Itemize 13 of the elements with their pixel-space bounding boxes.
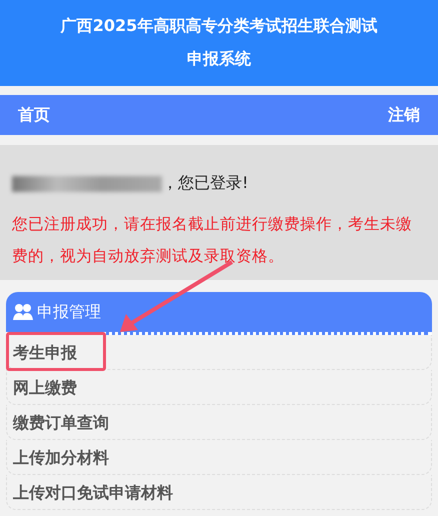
menu-item[interactable]: 考生申报	[6, 335, 432, 370]
menu-item[interactable]: 上传加分材料	[6, 440, 432, 475]
page-title: 广西2025年高职高专分类考试招生联合测试	[60, 16, 378, 37]
menu-item[interactable]: 网上缴费	[6, 370, 432, 405]
menu-item[interactable]: 上传对口免试申请材料	[6, 475, 432, 510]
page-subtitle: 申报系统	[187, 49, 251, 70]
nav-link[interactable]: 首页	[18, 104, 50, 126]
panel-title: 申报管理	[37, 302, 101, 322]
login-greeting: ，您已登录!	[162, 173, 248, 194]
notice-message: 您已注册成功，请在报名截止前进行缴费操作，考生未缴费的，视为自动放弃测试及录取资格。	[12, 214, 413, 267]
nav-link[interactable]: 注销	[388, 104, 420, 126]
users-icon	[13, 303, 33, 321]
menu-item[interactable]: 缴费订单查询	[6, 405, 432, 440]
